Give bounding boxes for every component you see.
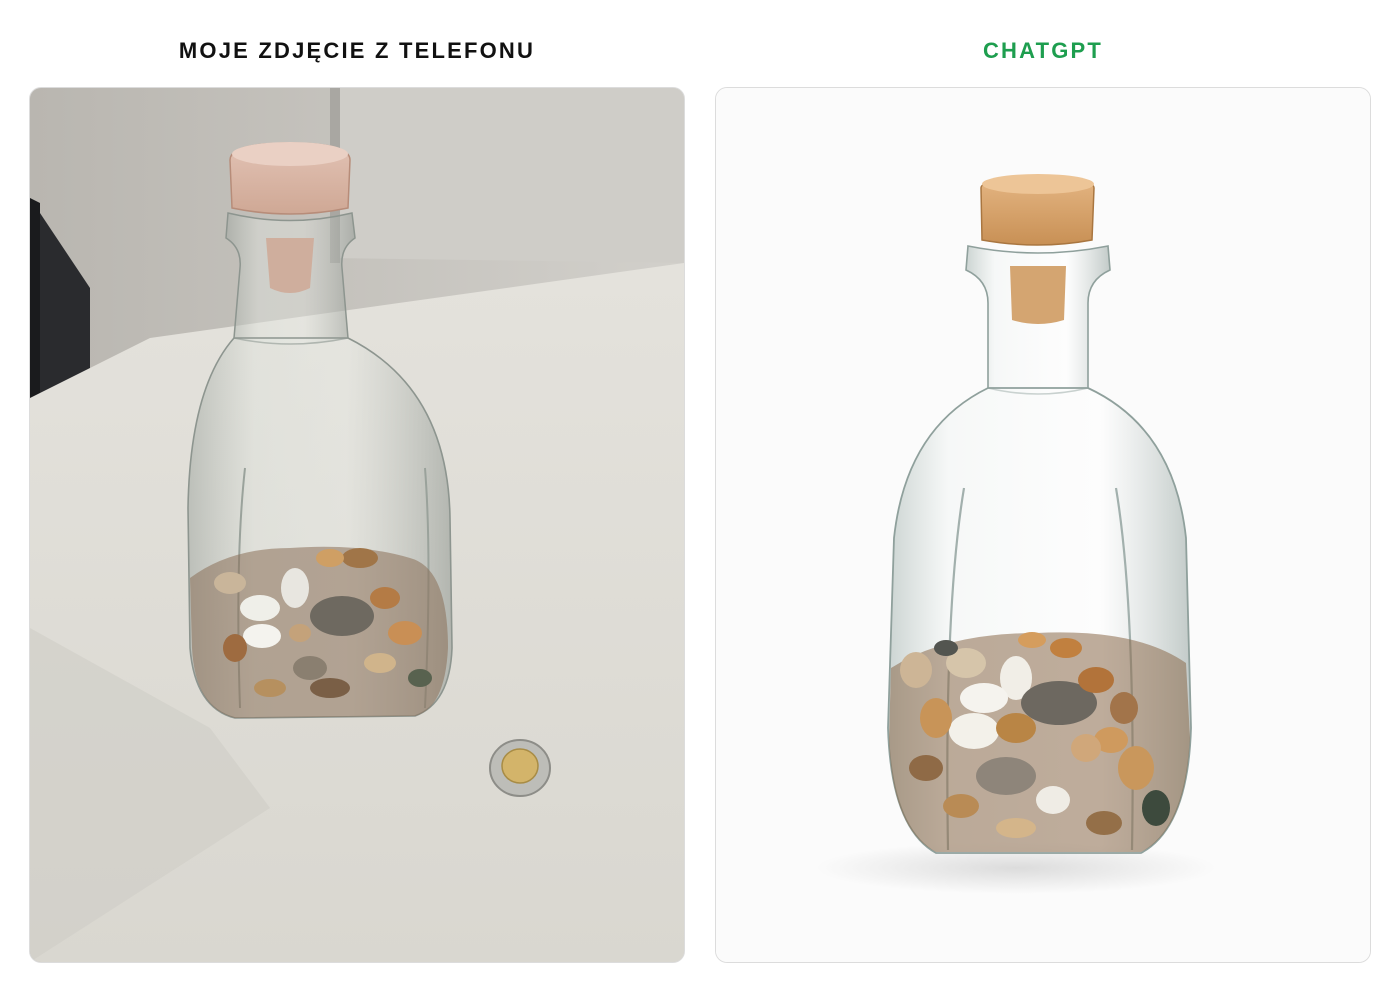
- phone-photo-panel: [29, 87, 685, 963]
- coin: [489, 739, 551, 797]
- generated-image-panel: [715, 87, 1371, 963]
- comparison-page: MOJE ZDJĘCIE Z TELEFONU CHATGPT: [0, 0, 1400, 991]
- left-caption: MOJE ZDJĘCIE Z TELEFONU: [178, 38, 536, 63]
- right-caption: CHATGPT: [982, 38, 1104, 63]
- phone-photo: [30, 88, 684, 962]
- generated-image: [716, 88, 1370, 962]
